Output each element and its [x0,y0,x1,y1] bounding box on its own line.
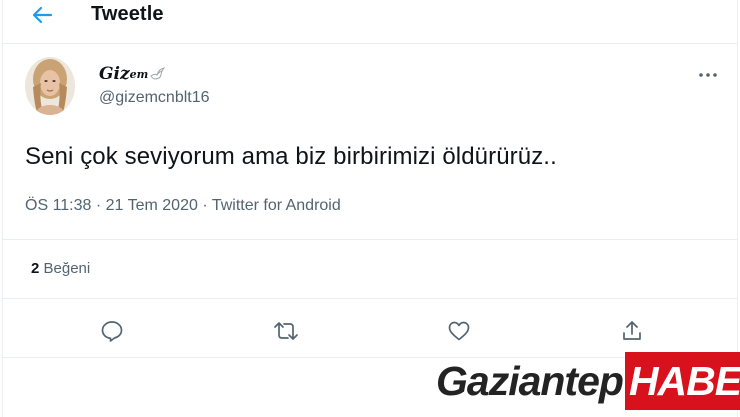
share-icon [623,321,641,340]
user-handle[interactable]: @gizemcnblt16 [99,89,210,107]
avatar[interactable] [25,57,75,115]
tweet-meta: ÖS 11:38 · 21 Tem 2020 · Twitter for And… [25,197,341,215]
reply-button[interactable] [97,316,127,346]
action-bar [3,316,737,346]
back-button[interactable] [25,0,59,30]
more-button[interactable] [695,66,721,84]
heart-icon [448,321,470,341]
tweet-time[interactable]: ÖS 11:38 [25,197,91,214]
top-bar: Tweetle [3,0,737,44]
back-arrow-icon [32,6,53,24]
likes-stat[interactable]: 2 Beğeni [31,260,90,277]
meta-separator-2: · [202,197,208,214]
tweet-source[interactable]: Twitter for Android [212,197,341,214]
likes-label: Beğeni [43,260,91,277]
like-button[interactable] [444,316,474,346]
watermark-part1: Gaziantep [436,357,624,404]
page-title: Tweetle [91,3,164,25]
retweet-button[interactable] [271,316,301,346]
tweet-text: Seni çok seviyorum ama biz birbirimizi ö… [25,143,557,170]
display-name[interactable]: Giz em [99,64,166,84]
avatar-photo [25,57,75,115]
meta-separator: · [95,197,102,214]
likes-count: 2 [31,260,40,277]
display-name-part2: em [129,67,149,81]
display-name-part1: Giz [99,64,130,84]
tweet-date[interactable]: 21 Tem 2020 [106,197,198,214]
divider [3,239,737,240]
share-button[interactable] [617,316,647,346]
more-icon [699,73,717,77]
divider [3,298,737,299]
watermark-part2: HABER [624,352,740,410]
retweet-icon [274,322,298,340]
reply-icon [101,321,123,342]
watermark-logo: GaziantepHABER [436,352,740,410]
dove-icon [150,67,166,80]
